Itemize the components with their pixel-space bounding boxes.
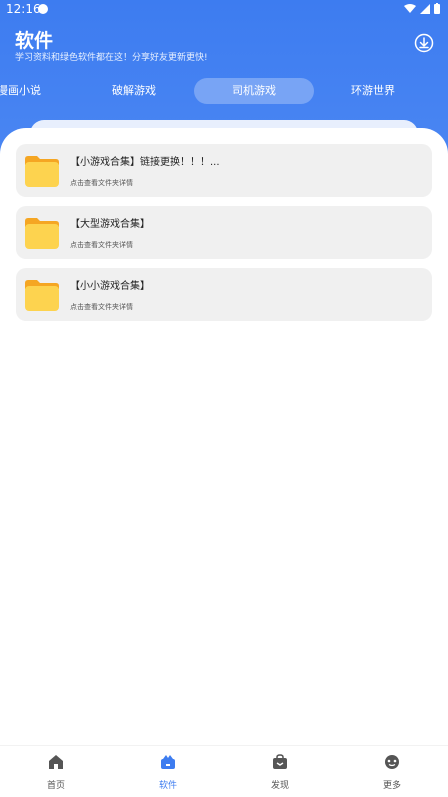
- folder-card[interactable]: 【大型游戏合集】 点击查看文件夹详情: [16, 206, 432, 259]
- more-icon: [385, 755, 399, 769]
- discover-icon: [273, 754, 287, 769]
- folder-icon: [25, 156, 59, 187]
- software-icon: [161, 755, 175, 769]
- nav-discover[interactable]: 发现: [224, 746, 336, 797]
- wifi-icon: [404, 3, 416, 13]
- folder-title: 【小游戏合集】链接更换！！！...: [70, 157, 220, 168]
- tab-driver-games[interactable]: 司机游戏: [194, 78, 314, 104]
- nav-software[interactable]: 软件: [112, 746, 224, 797]
- folder-subtitle: 点击查看文件夹详情: [70, 241, 133, 249]
- tab-cracked-games[interactable]: 破解游戏: [96, 78, 172, 104]
- system-icons: [404, 3, 440, 14]
- status-bar: 12:16: [0, 0, 448, 20]
- page-subtitle: 学习资料和绿色软件都在这！分享好友更新更快!: [15, 53, 208, 63]
- nav-more[interactable]: 更多: [336, 746, 448, 797]
- nav-label: 更多: [382, 781, 401, 791]
- folder-subtitle: 点击查看文件夹详情: [70, 303, 133, 311]
- nav-label: 软件: [158, 781, 177, 791]
- home-icon: [49, 755, 63, 769]
- folder-title: 【大型游戏合集】: [70, 219, 150, 230]
- folder-icon: [25, 280, 59, 311]
- notification-icon: [38, 4, 48, 14]
- download-icon[interactable]: [414, 33, 434, 53]
- nav-label: 首页: [46, 781, 65, 791]
- bottom-navigation: 首页 软件 发现 更多: [0, 745, 448, 797]
- page-title: 软件: [15, 30, 54, 52]
- folder-card[interactable]: 【小小游戏合集】 点击查看文件夹详情: [16, 268, 432, 321]
- battery-icon: [434, 3, 440, 14]
- folder-title: 【小小游戏合集】: [70, 281, 150, 292]
- folder-icon: [25, 218, 59, 249]
- nav-label: 发现: [270, 781, 289, 791]
- category-tabs: 漫画小说 破解游戏 司机游戏 环游世界: [0, 78, 448, 104]
- signal-icon: [420, 3, 430, 14]
- nav-home[interactable]: 首页: [0, 746, 112, 797]
- status-time: 12:16: [6, 2, 41, 16]
- tab-comics-novels[interactable]: 漫画小说: [0, 78, 46, 104]
- tab-travel-world[interactable]: 环游世界: [334, 78, 412, 104]
- folder-subtitle: 点击查看文件夹详情: [70, 179, 133, 187]
- folder-card[interactable]: 【小游戏合集】链接更换！！！... 点击查看文件夹详情: [16, 144, 432, 197]
